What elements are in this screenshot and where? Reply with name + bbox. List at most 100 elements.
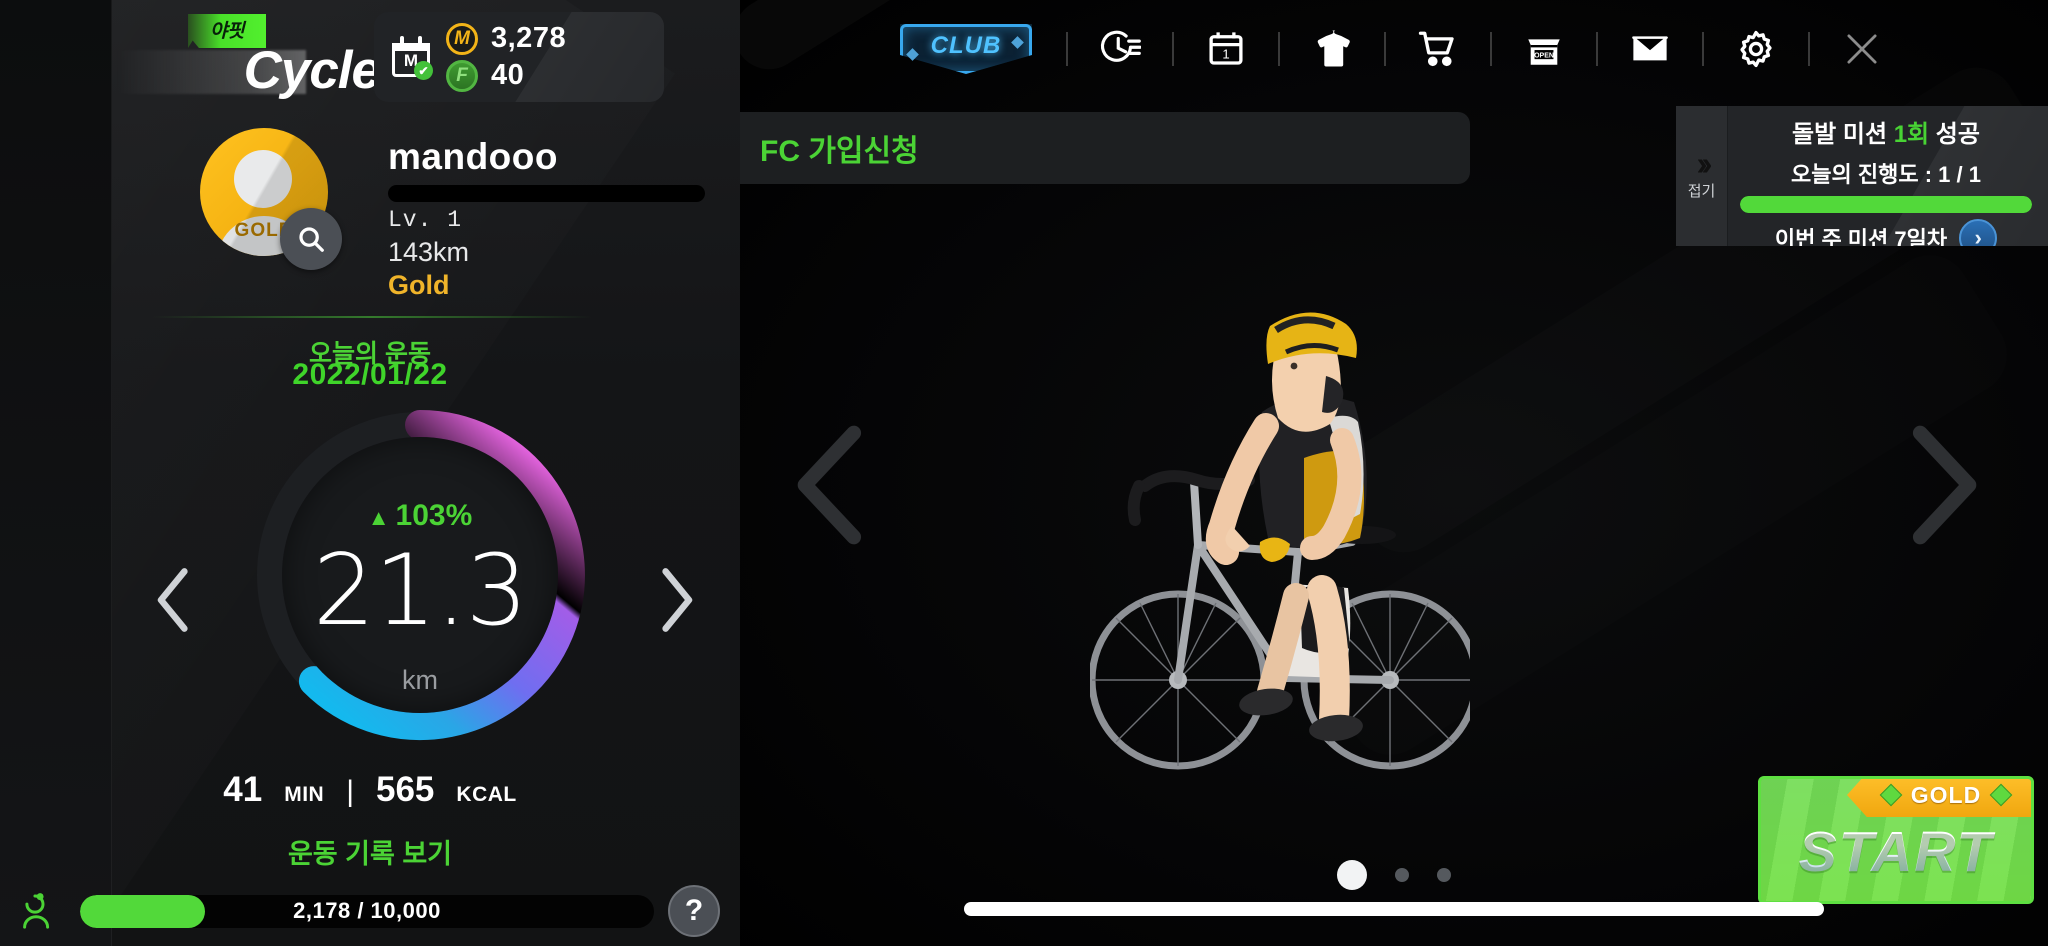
search-icon [299, 227, 324, 252]
mail-icon [1632, 36, 1668, 61]
gauge-next-button[interactable] [650, 560, 702, 640]
walking-person-icon [20, 888, 66, 934]
search-button[interactable] [280, 208, 342, 270]
bottom-scroll-indicator[interactable] [740, 902, 2048, 916]
chevron-left-icon [797, 425, 862, 545]
start-button[interactable]: START GOLD [1758, 776, 2034, 904]
currency-row-m: M 3,278 [446, 22, 566, 55]
cyclist-avatar[interactable] [1088, 290, 1480, 800]
today-workout-date: 2022/01/22 [292, 358, 448, 391]
calendar-button[interactable]: 1 [1200, 23, 1252, 75]
mission-collapse-button[interactable]: ›› 접기 [1676, 106, 1728, 246]
stage-next-button[interactable] [1888, 420, 1998, 550]
mission-week-text: 이번 주 미션 7일차 [1774, 227, 1948, 246]
name-underline-bar [388, 185, 705, 202]
mission-line1-highlight: 1회 [1893, 121, 1930, 148]
app-logo: 야핏 Cycle [116, 14, 381, 104]
history-icon [1100, 30, 1141, 62]
nav-separator [1066, 32, 1068, 66]
gauge-percent-value: 103% [395, 499, 473, 532]
bottom-scroll-track [964, 902, 1824, 916]
gauge-prev-button[interactable] [148, 560, 200, 640]
gold-ribbon-label: GOLD [1910, 781, 1982, 808]
stat-kcal-value: 565 [376, 770, 435, 809]
chevron-left-icon [157, 568, 188, 632]
points-progress-bar: 2,178 / 10,000 [80, 894, 654, 928]
user-level: Lv. 1 [388, 207, 463, 233]
mail-button[interactable] [1624, 23, 1676, 75]
chevron-double-right-icon: ›› [1696, 145, 1713, 183]
logo-word: Cycle [243, 41, 381, 100]
user-tier: Gold [388, 270, 450, 300]
logo-tag-text: 야핏 [210, 20, 244, 42]
carousel-dot-1[interactable] [1337, 860, 1367, 890]
mission-collapse-label: 접기 [1687, 182, 1716, 200]
user-distance: 143km [388, 237, 470, 267]
workout-stats-row: 41 MIN | 565 KCAL [0, 770, 740, 810]
cyclist-illustration [1088, 312, 1480, 770]
mission-panel: ›› 접기 돌발 미션 1회 성공 오늘의 진행도 : 1 / 1 이번 주 미… [1676, 106, 2048, 246]
currency-rows: M 3,278 F 40 [446, 22, 566, 92]
f-coin-value: 40 [491, 59, 525, 91]
carousel-dot-3[interactable] [1437, 868, 1451, 882]
shop-button[interactable]: OPEN [1518, 23, 1570, 75]
app-root: 야핏 Cycle M ✔ M 3,278 F 40 GOLD mandooo L… [0, 0, 2048, 946]
mission-progress-bar [1740, 196, 2032, 213]
help-button[interactable]: ? [668, 885, 720, 937]
gauge-unit: km [402, 665, 438, 695]
mission-progress-fill [1740, 196, 2032, 213]
chevron-right-icon [1912, 425, 1977, 545]
points-progress-text: 2,178 / 10,000 [293, 898, 441, 923]
close-button[interactable] [1836, 23, 1888, 75]
svg-text:1: 1 [1222, 46, 1229, 61]
gem-icon-right [1989, 783, 2013, 807]
settings-button[interactable] [1730, 23, 1782, 75]
mission-progress-text: 오늘의 진행도 : 1 / 1 [1791, 162, 1981, 187]
m-coin-value: 3,278 [491, 22, 567, 54]
close-icon [1847, 34, 1877, 64]
points-bar-row: 2,178 / 10,000 ? [0, 876, 740, 946]
nav-separator [1384, 32, 1386, 66]
stat-minutes-unit: MIN [284, 783, 325, 806]
distance-gauge: ▲ 103% 21.3 km [240, 395, 600, 755]
left-dashboard-panel: 야핏 Cycle M ✔ M 3,278 F 40 GOLD mandooo L… [0, 0, 740, 946]
carousel-dot-2[interactable] [1395, 868, 1409, 882]
stat-kcal-unit: KCAL [456, 783, 517, 806]
history-button[interactable] [1094, 23, 1146, 75]
mission-body: 돌발 미션 1회 성공 오늘의 진행도 : 1 / 1 이번 주 미션 7일차 … [1728, 106, 2048, 246]
club-button[interactable]: CLUB [900, 24, 1032, 74]
stat-minutes-value: 41 [223, 770, 263, 809]
m-coin-icon: M [446, 22, 478, 55]
points-progress-fill [80, 894, 206, 928]
chevron-right-icon [662, 568, 693, 632]
gauge-inner-face: ▲ 103% 21.3 km [282, 437, 558, 713]
main-stage: CLUB 1 OPEN FC 가입신청 ›› 접기 돌발 미션 1회 성공 오늘… [740, 0, 2048, 946]
start-button-label: START [1761, 819, 2031, 885]
nav-separator [1596, 32, 1598, 66]
mission-line1-prefix: 돌발 미션 [1792, 121, 1894, 148]
club-label: CLUB [930, 32, 1002, 59]
apparel-icon [1317, 30, 1350, 67]
currency-row-f: F 40 [446, 59, 566, 92]
gem-icon-left [1879, 783, 1903, 807]
gold-ribbon: GOLD [1847, 779, 2031, 817]
gauge-percent: ▲ 103% [282, 499, 558, 533]
apparel-button[interactable] [1306, 23, 1358, 75]
cart-button[interactable] [1412, 23, 1464, 75]
calendar-icon: 1 [1209, 32, 1243, 65]
f-coin-icon: F [446, 59, 478, 92]
mission-week-row: 이번 주 미션 7일차 › [1738, 219, 2034, 246]
attendance-calendar-icon[interactable]: M ✔ [390, 35, 433, 80]
user-name: mandooo [388, 136, 558, 177]
currency-box[interactable]: M ✔ M 3,278 F 40 [374, 12, 664, 102]
top-navigation: CLUB 1 OPEN [740, 0, 2048, 98]
view-workout-record-link[interactable]: 운동 기록 보기 [0, 832, 740, 871]
calendar-check-icon: ✔ [414, 61, 433, 80]
mission-next-button[interactable]: › [1959, 219, 1998, 246]
nav-separator [1172, 32, 1174, 66]
trend-up-icon: ▲ [367, 505, 390, 530]
stage-prev-button[interactable] [776, 420, 886, 550]
fc-join-banner[interactable]: FC 가입신청 [740, 112, 1470, 184]
shop-icon: OPEN [1528, 39, 1560, 65]
fc-join-banner-text: FC 가입신청 [760, 135, 919, 168]
